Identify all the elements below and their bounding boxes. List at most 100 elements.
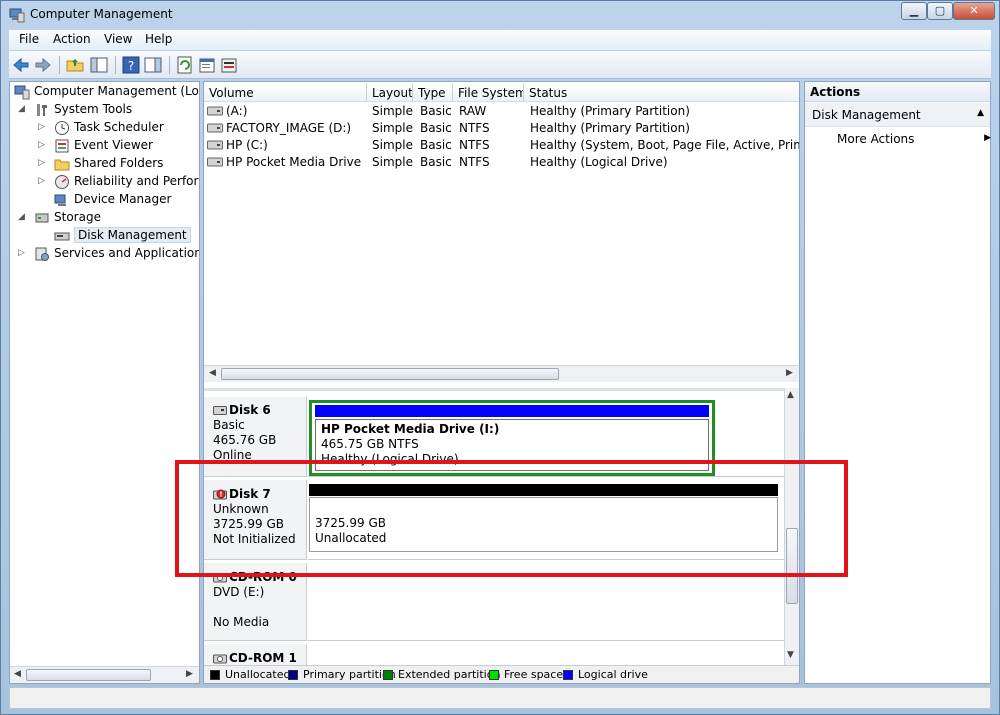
- volume-name: HP (C:): [226, 138, 268, 152]
- volume-type: Basic: [420, 138, 452, 152]
- volume-file-system: RAW: [459, 104, 487, 118]
- expand-arrow-icon[interactable]: ▷: [18, 248, 28, 258]
- logical-drive-bar: [315, 405, 709, 417]
- cdrom-0-label[interactable]: CD-ROM 0 DVD (E:) No Media: [204, 563, 307, 641]
- window-title: Computer Management: [30, 7, 173, 21]
- volume-list-horizontal-scrollbar[interactable]: ◀ ▶: [204, 365, 799, 382]
- volume-row[interactable]: FACTORY_IMAGE (D:) Simple Basic NTFS Hea…: [204, 120, 799, 137]
- volume-layout: Simple: [372, 155, 413, 169]
- status-bar: [9, 687, 991, 709]
- scroll-right-arrow-icon[interactable]: ▶: [786, 368, 793, 378]
- clock-icon: [55, 121, 69, 135]
- title-bar[interactable]: Computer Management ▁ ▢ ✕: [1, 1, 999, 29]
- volume-row[interactable]: (A:) Simple Basic RAW Healthy (Primary P…: [204, 103, 799, 120]
- disk-7-label[interactable]: Disk 7 Unknown 3725.99 GB Not Initialize…: [204, 480, 307, 560]
- section-label: Disk Management: [812, 108, 921, 122]
- expand-arrow-icon[interactable]: ▷: [38, 158, 48, 168]
- cdrom-icon: [213, 573, 227, 583]
- volume-layout: Simple: [372, 138, 413, 152]
- collapse-arrow-icon[interactable]: ◢: [18, 104, 28, 114]
- back-arrow-icon[interactable]: [11, 55, 31, 75]
- scroll-up-arrow-icon[interactable]: ▲: [787, 390, 794, 400]
- properties-icon[interactable]: [197, 55, 217, 75]
- tree-horizontal-scrollbar[interactable]: ◀ ▶: [10, 666, 199, 683]
- drive-icon: [207, 106, 223, 116]
- scrollbar-thumb[interactable]: [221, 368, 559, 380]
- partition-status: Healthy (Logical Drive): [321, 452, 459, 466]
- up-folder-icon[interactable]: [65, 55, 85, 75]
- navigation-tree: Computer Management (Local ◢ System Tool…: [9, 81, 200, 684]
- collapse-up-icon[interactable]: ▲: [977, 108, 984, 118]
- scroll-down-arrow-icon[interactable]: ▼: [787, 650, 794, 660]
- unallocated-space[interactable]: 3725.99 GB Unallocated: [309, 497, 778, 552]
- menu-help[interactable]: Help: [145, 32, 172, 46]
- maximize-button[interactable]: ▢: [927, 2, 953, 20]
- column-header-status[interactable]: Status: [524, 83, 799, 102]
- volume-file-system: NTFS: [459, 121, 490, 135]
- shared-folder-icon: [54, 159, 70, 171]
- refresh-icon[interactable]: [175, 55, 195, 75]
- menu-action[interactable]: Action: [53, 32, 91, 46]
- disk-name: CD-ROM 0: [229, 570, 297, 584]
- disk-size: 465.76 GB: [213, 433, 277, 447]
- legend-logical: Logical drive: [578, 668, 648, 681]
- disk-size: 3725.99 GB: [213, 517, 284, 531]
- disk-settings-icon[interactable]: [219, 55, 239, 75]
- unallocated-size: 3725.99 GB: [315, 516, 386, 530]
- toolbar: ?: [9, 51, 991, 79]
- expand-arrow-icon[interactable]: ▷: [38, 176, 48, 186]
- show-hide-tree-icon[interactable]: [89, 55, 109, 75]
- disk-state: Online: [213, 448, 252, 462]
- volume-row[interactable]: HP (C:) Simple Basic NTFS Healthy (Syste…: [204, 137, 799, 154]
- legend-swatch-free-space: [489, 670, 499, 680]
- actions-section-disk-management[interactable]: Disk Management ▲: [805, 103, 990, 127]
- scroll-left-arrow-icon[interactable]: ◀: [209, 368, 216, 378]
- expand-arrow-icon[interactable]: ▷: [38, 122, 48, 132]
- tree-label: Device Manager: [74, 192, 172, 206]
- svg-text:?: ?: [128, 59, 134, 73]
- close-button[interactable]: ✕: [953, 2, 995, 20]
- actions-header: Actions: [805, 82, 990, 102]
- column-header-type[interactable]: Type: [413, 83, 453, 102]
- scrollbar-thumb[interactable]: [26, 669, 151, 681]
- tree-label: Reliability and Performa: [74, 174, 199, 188]
- tree-label: Computer Management (Local: [34, 84, 200, 98]
- legend-extended: Extended partition: [398, 668, 501, 681]
- disk-name: Disk 6: [229, 403, 271, 417]
- tree-label: Services and Applications: [54, 246, 200, 260]
- volume-name: HP Pocket Media Drive (I:): [226, 155, 366, 169]
- expand-arrow-icon[interactable]: ▷: [38, 140, 48, 150]
- scrollbar-thumb[interactable]: [786, 528, 798, 604]
- hp-pocket-media-partition[interactable]: HP Pocket Media Drive (I:) 465.75 GB NTF…: [315, 419, 709, 471]
- collapse-arrow-icon[interactable]: ◢: [18, 212, 28, 222]
- unallocated-bar: [309, 484, 778, 496]
- volume-row[interactable]: HP Pocket Media Drive (I:) Simple Basic …: [204, 154, 799, 171]
- more-actions-item[interactable]: More Actions ▶: [837, 132, 991, 146]
- scroll-left-arrow-icon[interactable]: ◀: [14, 669, 21, 679]
- volume-status: Healthy (Primary Partition): [530, 104, 690, 118]
- disk-6-label[interactable]: Disk 6 Basic 465.76 GB Online: [204, 397, 307, 477]
- disk-6-layout: HP Pocket Media Drive (I:) 465.75 GB NTF…: [308, 397, 784, 477]
- drive-icon: [207, 140, 223, 150]
- disk-management-icon: [54, 232, 70, 241]
- show-hide-action-pane-icon[interactable]: [143, 55, 163, 75]
- column-header-layout[interactable]: Layout: [367, 83, 413, 102]
- column-header-volume[interactable]: Volume: [204, 83, 367, 102]
- help-icon[interactable]: ?: [121, 55, 141, 75]
- scroll-right-arrow-icon[interactable]: ▶: [186, 669, 193, 679]
- computer-management-icon: [9, 8, 25, 23]
- volume-name: (A:): [226, 104, 248, 118]
- menu-bar: File Action View Help: [9, 30, 991, 50]
- volume-name: FACTORY_IMAGE (D:): [226, 121, 352, 135]
- column-header-file-system[interactable]: File System: [453, 83, 524, 102]
- disk-view-vertical-scrollbar[interactable]: ▲ ▼: [784, 388, 799, 668]
- minimize-button[interactable]: ▁: [901, 2, 927, 20]
- toolbar-separator: [169, 56, 170, 74]
- disk-graphical-view: Disk 6 Basic 465.76 GB Online HP Pocket …: [204, 388, 784, 674]
- tree-label: Task Scheduler: [74, 120, 164, 134]
- legend-swatch-logical: [563, 670, 573, 680]
- volume-type: Basic: [420, 121, 452, 135]
- forward-arrow-icon[interactable]: [33, 55, 53, 75]
- menu-view[interactable]: View: [104, 32, 132, 46]
- menu-file[interactable]: File: [19, 32, 39, 46]
